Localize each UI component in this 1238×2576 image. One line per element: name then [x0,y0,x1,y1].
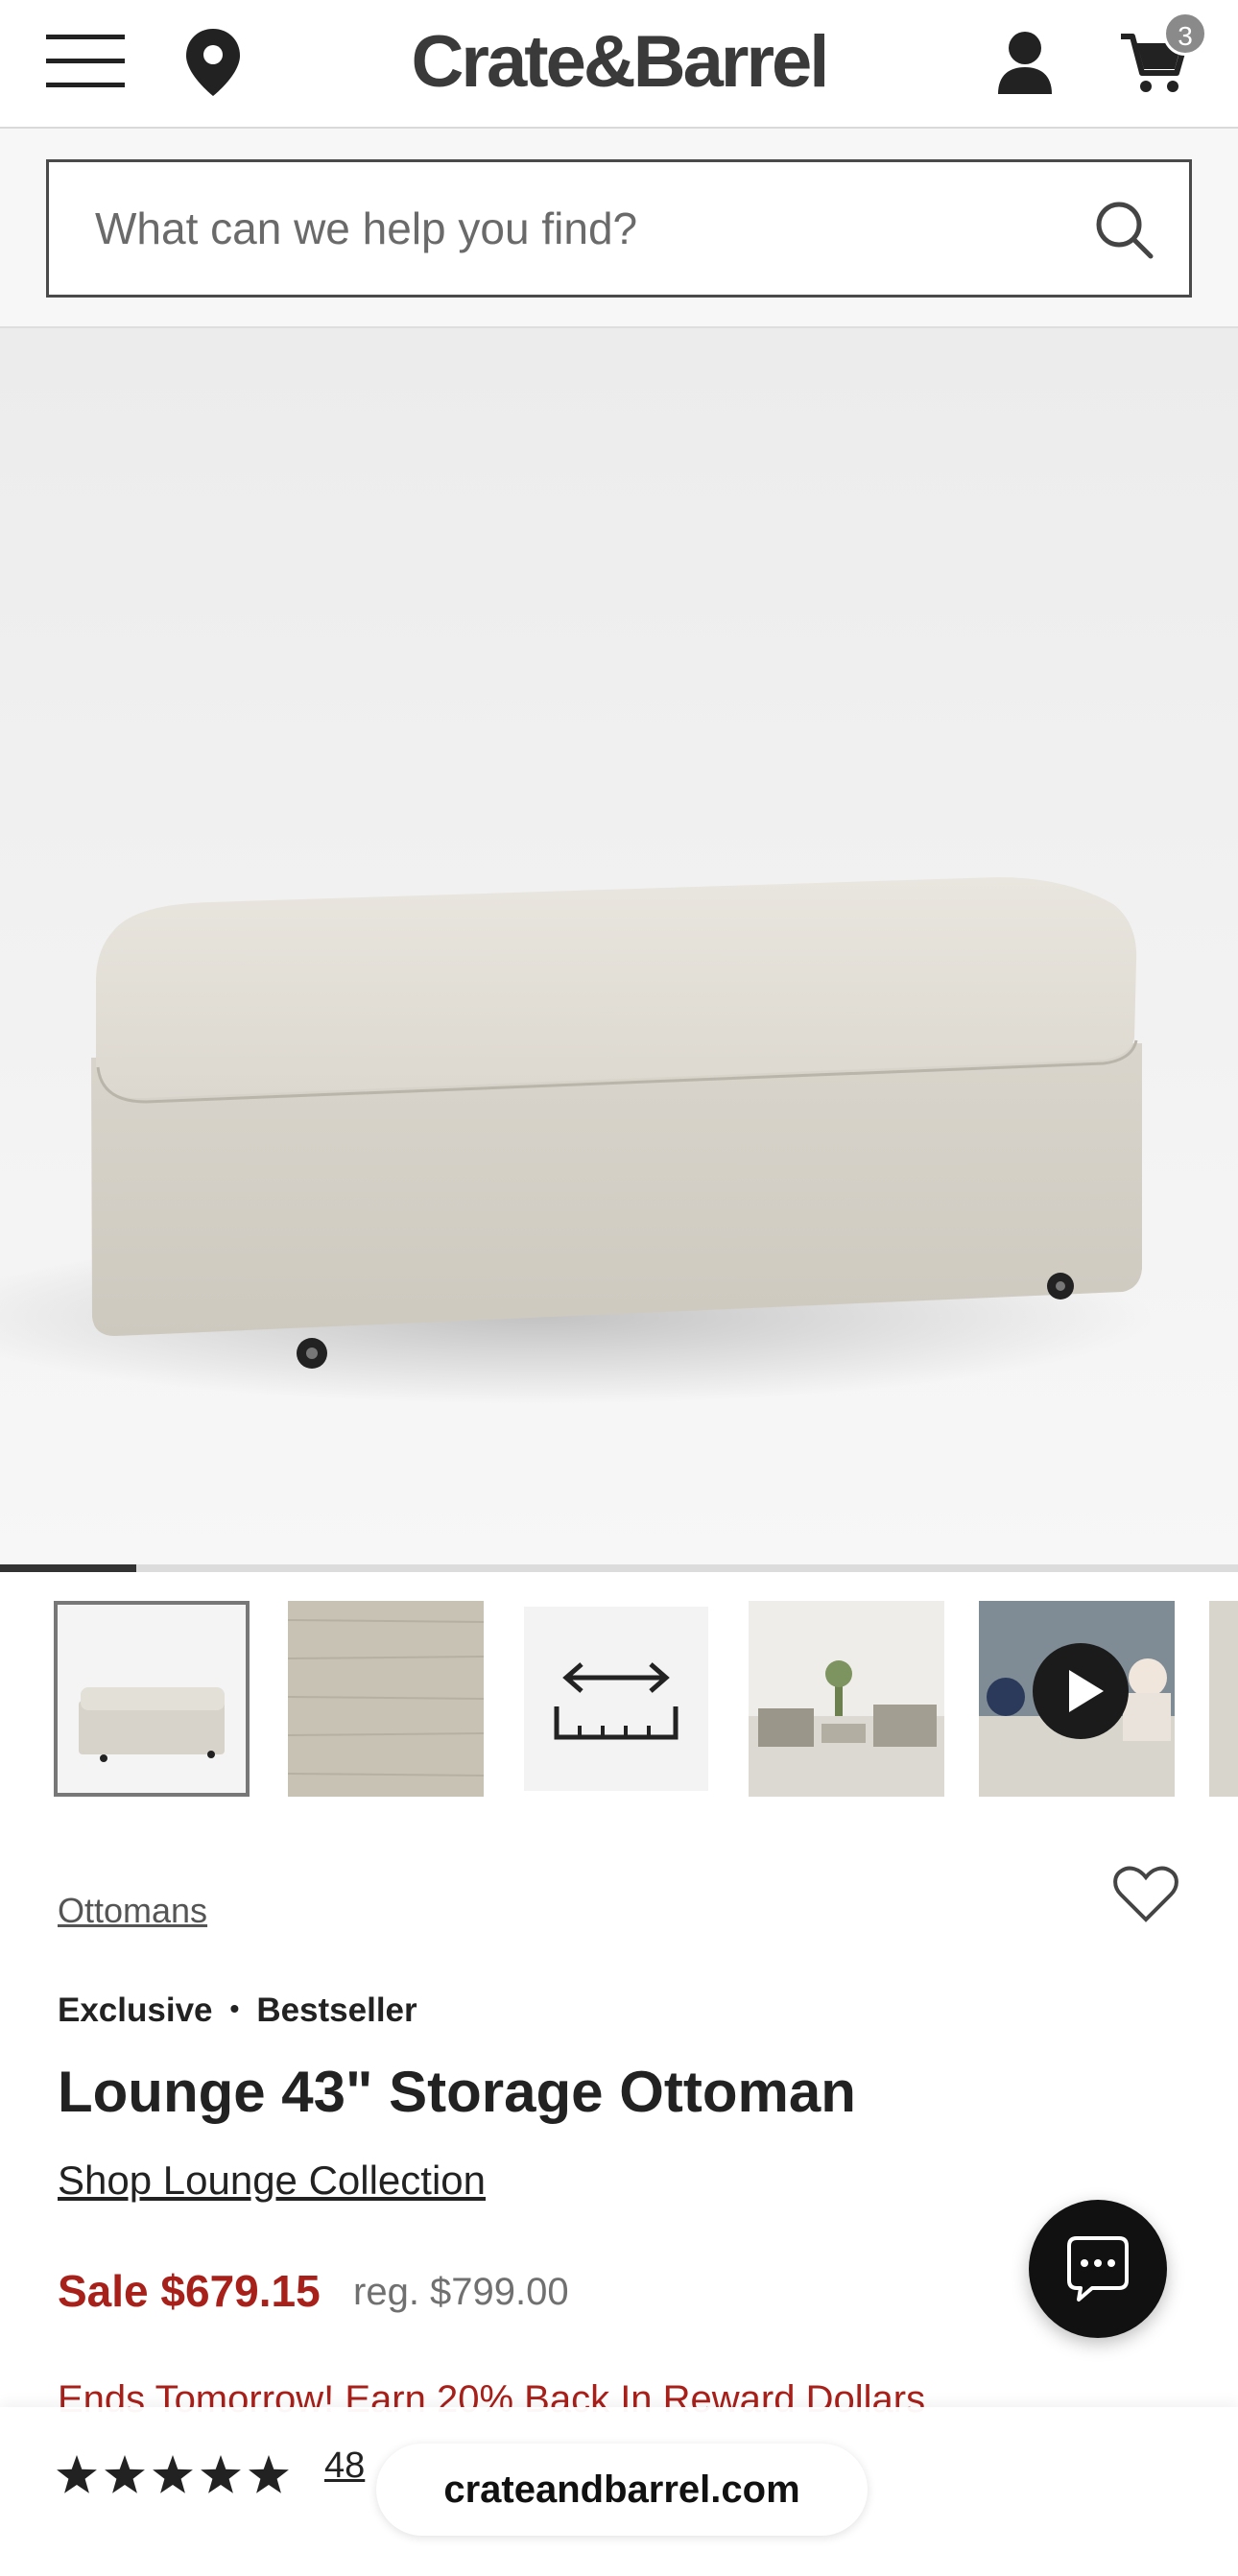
shop-collection-link[interactable]: Shop Lounge Collection [58,2158,486,2204]
thumbnail-strip[interactable] [0,1601,1238,1812]
rating-stars[interactable] [54,2449,294,2503]
search-input[interactable]: What can we help you find? [46,159,1192,298]
product-badges: Exclusive • Bestseller [58,1992,417,2030]
badge-separator: • [229,1993,240,2023]
sale-price: Sale $679.15 [58,2266,321,2316]
product-hero-image[interactable] [0,328,1238,1564]
category-breadcrumb-link[interactable]: Ottomans [58,1891,207,1931]
search-bar-area: What can we help you find? [0,129,1238,328]
site-logo[interactable]: Crate&Barrel [365,19,873,106]
thumbnail-dimensions[interactable] [524,1607,708,1791]
location-pin-icon[interactable] [182,27,244,98]
cart-count-badge: 3 [1163,12,1207,56]
heart-icon[interactable] [1113,1866,1178,1923]
search-placeholder: What can we help you find? [95,203,638,253]
review-count-link[interactable]: 48 [324,2445,365,2487]
regular-price: reg. $799.00 [353,2271,569,2313]
star-icon [105,2455,145,2493]
star-icon [201,2455,241,2493]
account-icon[interactable] [994,29,1056,96]
thumbnail-partial[interactable] [1209,1601,1238,1797]
image-carousel-progress [0,1564,1238,1572]
thumbnail-fabric-swatch[interactable] [288,1601,484,1797]
star-icon [57,2455,97,2493]
chat-bubble-icon [1067,2236,1129,2302]
badge-exclusive: Exclusive [58,1992,213,2029]
thumbnail-product-photo[interactable] [54,1601,250,1797]
badge-bestseller: Bestseller [256,1992,417,2029]
browser-url-bar[interactable]: crateandbarrel.com [376,2444,868,2536]
thumbnail-video[interactable] [979,1601,1175,1797]
carousel-progress-fill [0,1564,136,1572]
chat-button[interactable] [1029,2200,1167,2338]
thumbnail-room-scene[interactable] [749,1601,944,1797]
product-title: Lounge 43" Storage Ottoman [58,2060,856,2124]
menu-icon[interactable] [46,35,125,88]
bottom-bar: 48 crateandbarrel.com [0,2407,1238,2576]
search-icon[interactable] [1093,199,1155,260]
site-header: Crate&Barrel 3 [0,0,1238,129]
play-icon[interactable] [1033,1643,1129,1739]
star-icon [153,2455,193,2493]
star-icon [249,2455,289,2493]
